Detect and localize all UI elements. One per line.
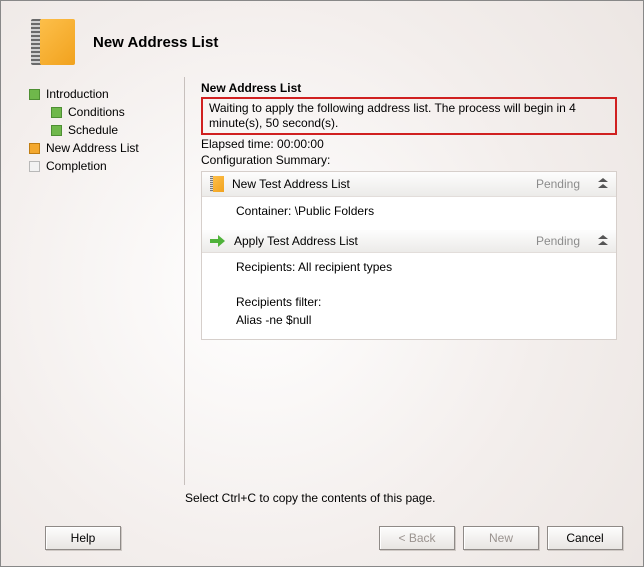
- elapsed-value: 00:00:00: [277, 137, 324, 151]
- nav-item-conditions[interactable]: Conditions: [29, 103, 184, 121]
- collapse-icon[interactable]: [598, 178, 608, 190]
- nav-label: Completion: [46, 159, 107, 173]
- nav-label: Introduction: [46, 87, 109, 101]
- copy-hint: Select Ctrl+C to copy the contents of th…: [185, 491, 643, 505]
- help-button[interactable]: Help: [45, 526, 121, 550]
- panel-body: Recipients: All recipient types Recipien…: [202, 253, 616, 339]
- panel-status: Pending: [536, 177, 580, 191]
- step-done-icon: [51, 107, 62, 118]
- apply-arrow-icon: [210, 235, 226, 247]
- nav-item-introduction[interactable]: Introduction: [29, 85, 184, 103]
- panel-body: Container: \Public Folders: [202, 197, 616, 230]
- cancel-button[interactable]: Cancel: [547, 526, 623, 550]
- wizard-nav: Introduction Conditions Schedule New Add…: [29, 77, 184, 485]
- panel-status: Pending: [536, 234, 580, 248]
- nav-label: Schedule: [68, 123, 118, 137]
- panel-line: Recipients: All recipient types: [236, 259, 606, 276]
- page-title: New Address List: [93, 34, 218, 51]
- config-summary-label: Configuration Summary:: [201, 153, 617, 167]
- panel-line: Alias -ne $null: [236, 312, 606, 329]
- panel-line: Recipients filter:: [236, 294, 606, 311]
- step-pending-icon: [29, 161, 40, 172]
- wizard-main: New Address List Waiting to apply the fo…: [191, 77, 633, 485]
- step-done-icon: [51, 125, 62, 136]
- waiting-message: Waiting to apply the following address l…: [209, 101, 576, 130]
- nav-item-completion[interactable]: Completion: [29, 157, 184, 175]
- panel-header[interactable]: Apply Test Address List Pending: [202, 230, 616, 253]
- wizard-body: Introduction Conditions Schedule New Add…: [1, 77, 643, 485]
- back-button[interactable]: < Back: [379, 526, 455, 550]
- panel-line: [236, 277, 606, 294]
- button-row: Help < Back New Cancel: [1, 526, 643, 550]
- step-done-icon: [29, 89, 40, 100]
- step-current-icon: [29, 143, 40, 154]
- panel-title: New Test Address List: [232, 177, 528, 191]
- panel-header[interactable]: New Test Address List Pending: [202, 172, 616, 197]
- waiting-message-box: Waiting to apply the following address l…: [201, 97, 617, 135]
- address-list-icon: [210, 176, 224, 192]
- nav-item-schedule[interactable]: Schedule: [29, 121, 184, 139]
- vertical-divider: [184, 77, 185, 485]
- address-list-icon: [31, 19, 75, 65]
- elapsed-label: Elapsed time:: [201, 137, 274, 151]
- nav-label: New Address List: [46, 141, 139, 155]
- elapsed-line: Elapsed time: 00:00:00: [201, 137, 617, 151]
- wizard-header: New Address List: [1, 1, 643, 77]
- new-button[interactable]: New: [463, 526, 539, 550]
- panel-title: Apply Test Address List: [234, 234, 528, 248]
- nav-label: Conditions: [68, 105, 125, 119]
- section-title: New Address List: [201, 81, 617, 95]
- summary-panel: New Test Address List Pending Container:…: [201, 171, 617, 340]
- panel-line: Container: \Public Folders: [236, 203, 606, 220]
- nav-item-new-address-list[interactable]: New Address List: [29, 139, 184, 157]
- collapse-icon[interactable]: [598, 235, 608, 247]
